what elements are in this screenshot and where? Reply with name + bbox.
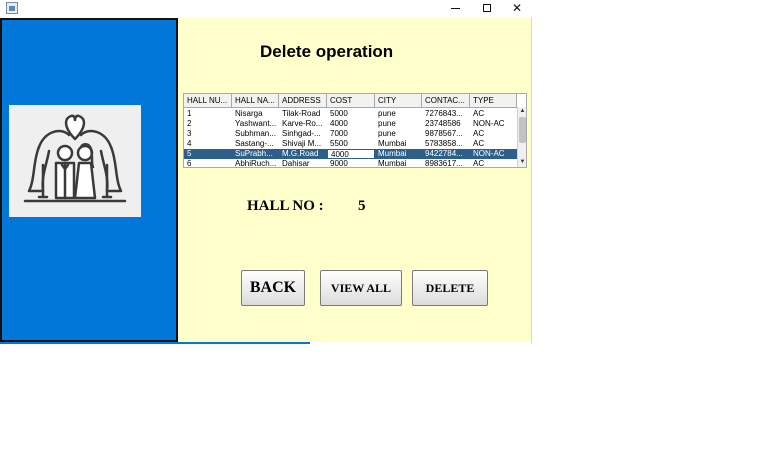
table-cell: AC (473, 159, 485, 168)
table-cell: NON-AC (473, 119, 505, 128)
maximize-icon (483, 4, 491, 12)
table-cell: 7000 (330, 129, 348, 138)
table-cell: 9422784... (425, 149, 463, 158)
minimize-button[interactable] (440, 0, 470, 17)
table-cell: Mumbai (378, 139, 407, 148)
app-window: ✕ Delete operation HALL NU... HALL NA...… (0, 0, 532, 344)
table-cell: 1 (187, 109, 192, 118)
maximize-button[interactable] (472, 0, 502, 17)
table-cell: NON-AC (473, 149, 505, 158)
table-cell: SuPrabh... (235, 149, 273, 158)
table-cell: 5 (187, 149, 192, 158)
table-row-selected[interactable]: 5 SuPrabh... M.G.Road 4000 Mumbai 942278… (184, 149, 517, 159)
table-cell: AC (473, 109, 485, 118)
table-cell: Shivaji M... (282, 139, 322, 148)
table-cell: Mumbai (378, 149, 407, 158)
scroll-down-icon[interactable]: ▼ (518, 158, 526, 167)
table-cell: 8983617... (425, 159, 463, 168)
table-cell: 9878567... (425, 129, 463, 138)
back-button[interactable]: BACK (241, 270, 305, 306)
app-java-icon (6, 2, 18, 14)
left-panel (0, 18, 178, 342)
table-cell: pune (378, 129, 396, 138)
column-header[interactable]: HALL NA... (232, 94, 279, 107)
page-title: Delete operation (260, 42, 394, 61)
table-cell: 4000 (330, 119, 348, 128)
column-header[interactable]: ADDRESS (279, 94, 327, 107)
hall-no-label: HALL NO : (247, 198, 324, 214)
table-cell-editor[interactable]: 4000 (327, 149, 375, 159)
table-cell: 6 (187, 159, 192, 168)
table-cell: 9000 (330, 159, 348, 168)
table-cell: pune (378, 109, 396, 118)
table-row[interactable]: 6 AbhiRuch... Dahisar 9000 Mumbai 898361… (184, 159, 517, 168)
column-header[interactable]: TYPE (470, 94, 517, 107)
table-cell: AC (473, 129, 485, 138)
table-cell: 3 (187, 129, 192, 138)
table-cell: 5000 (330, 109, 348, 118)
table-row[interactable]: 3 Subhman... Sinhgad-... 7000 pune 98785… (184, 129, 517, 139)
table-row[interactable]: 2 Yashwant... Karve-Ro... 4000 pune 2374… (184, 119, 517, 129)
table-cell: 23748586 (425, 119, 461, 128)
bottom-edge (0, 342, 310, 344)
title-bar: ✕ (0, 0, 532, 17)
table-cell: 7276843... (425, 109, 463, 118)
table-cell: Subhman... (235, 129, 276, 138)
table-cell: Sinhgad-... (282, 129, 321, 138)
close-icon: ✕ (511, 1, 523, 15)
table-cell: Yashwant... (235, 119, 277, 128)
table-cell: Dahisar (282, 159, 310, 168)
table-cell: 5783858... (425, 139, 463, 148)
table-header: HALL NU... HALL NA... ADDRESS COST CITY … (184, 94, 517, 108)
halls-table[interactable]: HALL NU... HALL NA... ADDRESS COST CITY … (183, 93, 527, 168)
table-scrollbar[interactable]: ▲ ▼ (517, 107, 526, 167)
table-cell: 2 (187, 119, 192, 128)
wedding-couple-icon (23, 114, 127, 203)
table-cell: pune (378, 119, 396, 128)
table-cell: 4 (187, 139, 192, 148)
wedding-logo (9, 105, 141, 217)
column-header[interactable]: CONTAC... (422, 94, 470, 107)
table-row[interactable]: 1 Nisarga Tilak-Road 5000 pune 7276843..… (184, 109, 517, 119)
delete-button[interactable]: DELETE (412, 270, 488, 306)
scroll-thumb[interactable] (519, 117, 526, 143)
table-cell: Mumbai (378, 159, 407, 168)
column-header[interactable]: COST (327, 94, 375, 107)
scroll-up-icon[interactable]: ▲ (518, 107, 526, 116)
table-cell: Nisarga (235, 109, 263, 118)
table-cell: 5500 (330, 139, 348, 148)
column-header[interactable]: HALL NU... (184, 94, 232, 107)
content-panel: Delete operation HALL NU... HALL NA... A… (178, 18, 531, 342)
minimize-icon (451, 8, 460, 9)
table-cell: Sastang-... (235, 139, 274, 148)
table-cell: Karve-Ro... (282, 119, 323, 128)
table-cell: AC (473, 139, 485, 148)
view-all-button[interactable]: VIEW ALL (320, 270, 402, 306)
close-button[interactable]: ✕ (502, 0, 532, 17)
table-row[interactable]: 4 Sastang-... Shivaji M... 5500 Mumbai 5… (184, 139, 517, 149)
column-header[interactable]: CITY (375, 94, 422, 107)
hall-no-value: 5 (358, 198, 366, 214)
table-cell: Tilak-Road (282, 109, 321, 118)
table-cell: AbhiRuch... (235, 159, 277, 168)
table-cell: M.G.Road (282, 149, 319, 158)
